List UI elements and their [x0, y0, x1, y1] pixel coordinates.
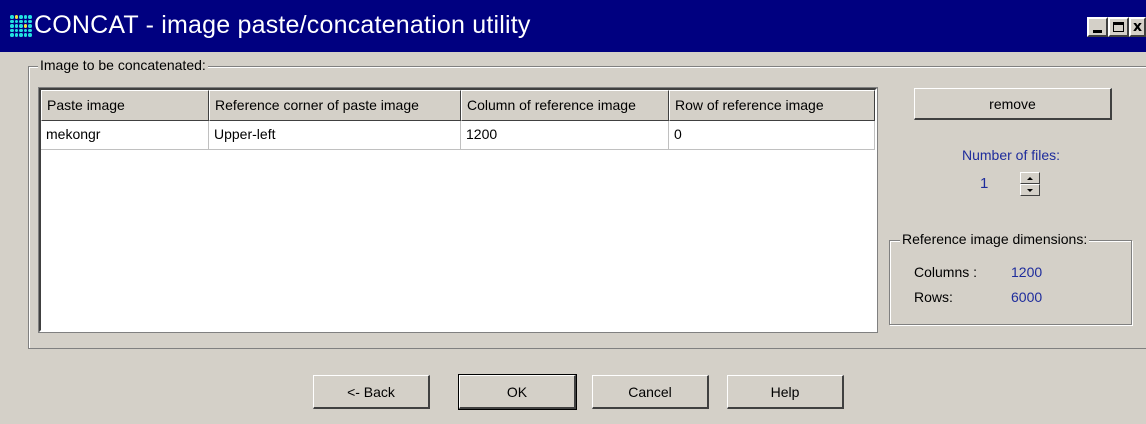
- column-header-paste-image[interactable]: Paste image: [41, 90, 209, 121]
- spinner-up-button[interactable]: [1020, 172, 1040, 184]
- cell-reference-corner[interactable]: Upper-left: [209, 121, 461, 149]
- number-of-files-label: Number of files:: [962, 147, 1061, 163]
- title-bar[interactable]: CONCAT - image paste/concatenation utili…: [0, 0, 1146, 52]
- cancel-button[interactable]: Cancel: [592, 375, 709, 409]
- maximize-icon: [1113, 22, 1124, 32]
- paste-image-table[interactable]: Paste image Reference corner of paste im…: [38, 87, 878, 333]
- close-button[interactable]: x: [1129, 17, 1146, 37]
- column-header-column-of-reference[interactable]: Column of reference image: [461, 90, 669, 121]
- cell-paste-image[interactable]: mekongr: [41, 121, 209, 149]
- column-header-reference-corner[interactable]: Reference corner of paste image: [209, 90, 461, 121]
- groupbox-label: Image to be concatenated:: [38, 57, 208, 73]
- minimize-button[interactable]: [1087, 17, 1108, 37]
- columns-value: 1200: [1011, 264, 1043, 280]
- close-icon: x: [1132, 19, 1143, 35]
- remove-button[interactable]: remove: [914, 88, 1112, 120]
- number-of-files-spinner[interactable]: [1020, 172, 1040, 196]
- arrow-down-icon: [1027, 188, 1033, 192]
- columns-label: Columns :: [914, 264, 978, 280]
- cell-row-of-reference[interactable]: 0: [669, 121, 875, 149]
- rows-label: Rows:: [914, 289, 953, 305]
- table-header: Paste image Reference corner of paste im…: [41, 90, 875, 121]
- reference-dimensions-label: Reference image dimensions:: [900, 231, 1090, 247]
- app-icon: [10, 15, 32, 37]
- help-button[interactable]: Help: [727, 375, 844, 409]
- column-header-row-of-reference[interactable]: Row of reference image: [669, 90, 875, 121]
- table-row[interactable]: mekongr Upper-left 1200 0: [41, 121, 875, 150]
- ok-button[interactable]: OK: [458, 374, 577, 410]
- maximize-button[interactable]: [1108, 17, 1129, 37]
- back-button[interactable]: <- Back: [313, 375, 430, 409]
- window-title: CONCAT - image paste/concatenation utili…: [34, 11, 531, 39]
- arrow-up-icon: [1027, 176, 1033, 180]
- number-of-files-value: 1: [980, 175, 989, 192]
- reference-dimensions-groupbox: [889, 240, 1132, 325]
- cell-column-of-reference[interactable]: 1200: [461, 121, 669, 149]
- minimize-icon: [1093, 29, 1102, 33]
- spinner-down-button[interactable]: [1020, 184, 1040, 196]
- rows-value: 6000: [1011, 289, 1043, 305]
